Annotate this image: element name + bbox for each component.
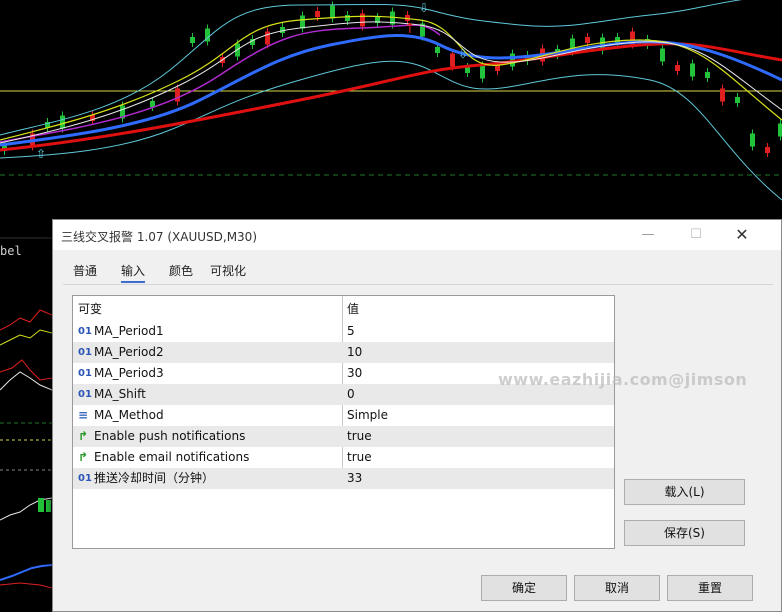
integer-type-icon: 01 bbox=[78, 347, 92, 358]
watermark-text: www.eazhijia.com@jimson bbox=[498, 370, 748, 389]
sell-arrow-icon: ⇩ bbox=[419, 1, 429, 15]
enum-type-icon: ≡ bbox=[78, 408, 89, 422]
header-value: 值 bbox=[347, 302, 360, 316]
param-row[interactable]: ≡ MA_Method Simple bbox=[73, 405, 614, 426]
integer-type-icon: 01 bbox=[78, 326, 92, 337]
param-value[interactable]: Simple bbox=[347, 405, 388, 426]
load-button[interactable]: 载入(L) bbox=[624, 479, 745, 505]
indicator-settings-dialog: 三线交叉报警 1.07 (XAUUSD,M30) — ☐ ✕ 普通 输入 颜色 … bbox=[52, 219, 782, 612]
param-row[interactable]: 01 推送冷却时间（分钟） 33 bbox=[73, 468, 614, 489]
sell-arrow-icon-2: ⇩ bbox=[458, 47, 468, 61]
buy-arrow-icon: ↑ bbox=[404, 21, 416, 37]
param-name: MA_Shift bbox=[94, 387, 146, 401]
param-value[interactable]: 5 bbox=[347, 321, 355, 342]
buy-arrow-icon-2: ⇧ bbox=[36, 147, 46, 161]
title-bar: 三线交叉报警 1.07 (XAUUSD,M30) — ☐ ✕ bbox=[53, 220, 781, 250]
parameters-grid[interactable]: 可变 值 01 MA_Period1 5 01 MA_Period2 10 01 MA… bbox=[72, 295, 615, 549]
ok-button[interactable]: 确定 bbox=[481, 575, 567, 601]
tab-inputs[interactable]: 输入 bbox=[121, 262, 146, 283]
close-button[interactable]: ✕ bbox=[725, 224, 759, 246]
minimize-button[interactable]: — bbox=[631, 224, 665, 246]
tab-common[interactable]: 普通 bbox=[73, 262, 97, 279]
param-name: MA_Period1 bbox=[94, 324, 164, 338]
param-value[interactable]: 33 bbox=[347, 468, 362, 489]
chart-left-label: bel bbox=[0, 244, 22, 258]
bool-type-icon: ↱ bbox=[78, 429, 89, 443]
save-button[interactable]: 保存(S) bbox=[624, 520, 745, 546]
cancel-button[interactable]: 取消 bbox=[574, 575, 660, 601]
param-value[interactable]: 30 bbox=[347, 363, 362, 384]
param-value[interactable]: true bbox=[347, 426, 372, 447]
param-name: Enable email notifications bbox=[94, 450, 250, 464]
bool-type-icon: ↱ bbox=[78, 450, 89, 464]
param-name: MA_Method bbox=[94, 408, 164, 422]
integer-type-icon: 01 bbox=[78, 473, 92, 484]
tab-divider bbox=[63, 284, 773, 285]
tab-colors[interactable]: 颜色 bbox=[169, 262, 193, 279]
param-name: Enable push notifications bbox=[94, 429, 246, 443]
param-value[interactable]: 0 bbox=[347, 384, 355, 405]
tab-visualization[interactable]: 可视化 bbox=[210, 262, 246, 279]
window-title: 三线交叉报警 1.07 (XAUUSD,M30) bbox=[61, 230, 258, 244]
param-value[interactable]: true bbox=[347, 447, 372, 468]
param-name: MA_Period2 bbox=[94, 345, 164, 359]
param-value[interactable]: 10 bbox=[347, 342, 362, 363]
integer-type-icon: 01 bbox=[78, 368, 92, 379]
param-row[interactable]: 01 MA_Period1 5 bbox=[73, 321, 614, 342]
param-name: MA_Period3 bbox=[94, 366, 164, 380]
maximize-button[interactable]: ☐ bbox=[679, 224, 713, 246]
integer-type-icon: 01 bbox=[78, 389, 92, 400]
param-name: 推送冷却时间（分钟） bbox=[94, 471, 215, 485]
header-variable: 可变 bbox=[78, 302, 103, 316]
param-row[interactable]: ↱ Enable email notifications true bbox=[73, 447, 614, 468]
param-row[interactable]: 01 MA_Period2 10 bbox=[73, 342, 614, 363]
reset-button[interactable]: 重置 bbox=[667, 575, 753, 601]
grid-header: 可变 值 bbox=[73, 299, 614, 320]
param-row[interactable]: ↱ Enable push notifications true bbox=[73, 426, 614, 447]
